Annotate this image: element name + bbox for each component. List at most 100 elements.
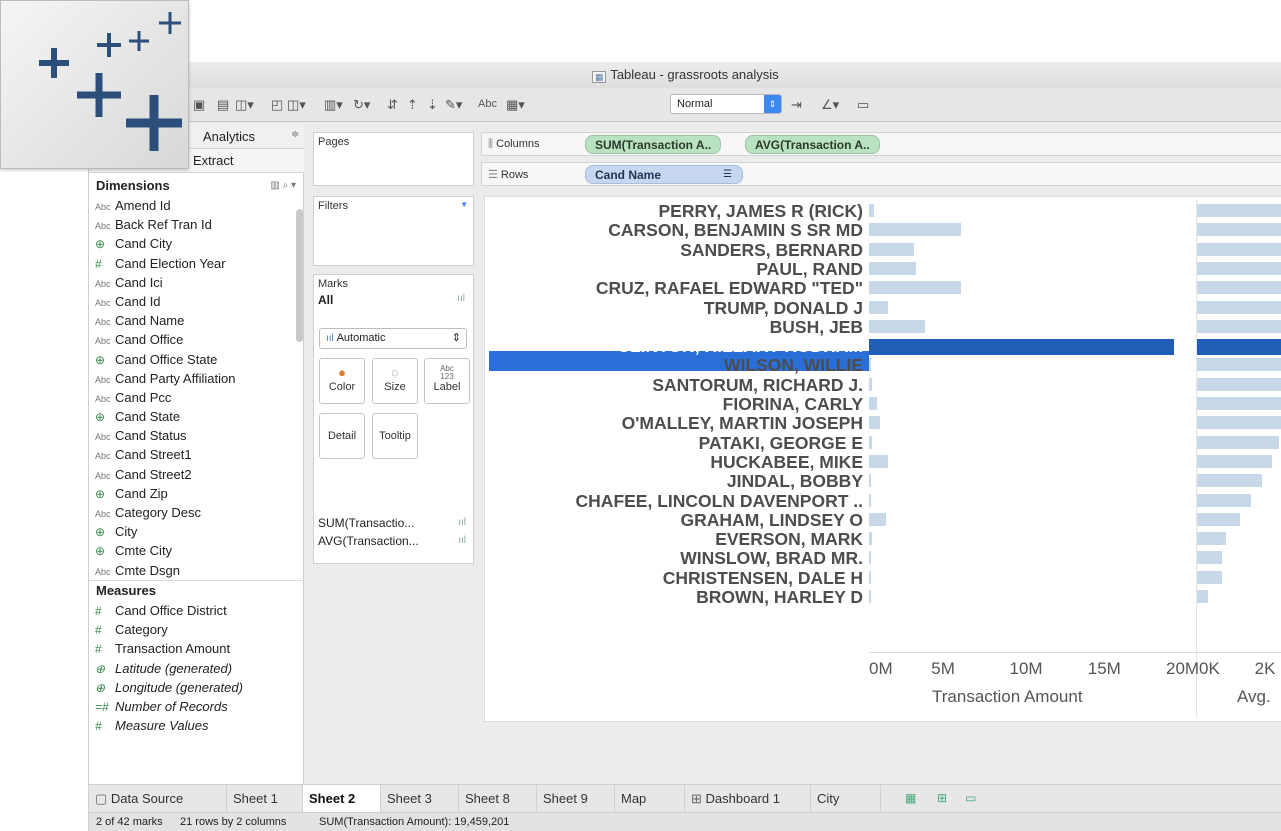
dimension-field[interactable]: Abc Cand Party Affiliation	[89, 369, 304, 388]
sheet-tab[interactable]: Sheet 3	[381, 785, 459, 813]
bar-avg[interactable]	[1197, 377, 1281, 391]
bar-transaction-amount[interactable]	[869, 281, 962, 295]
bar-transaction-amount[interactable]	[869, 358, 871, 372]
show-me-icon[interactable]: ▦▾	[506, 97, 525, 113]
new-worksheet-icon[interactable]: ◫▾	[235, 97, 254, 113]
filters-card[interactable]: Filters ▼	[313, 196, 474, 266]
dimension-field[interactable]: Abc Cand Street1	[89, 445, 304, 464]
size-button[interactable]: ◌ Size	[372, 358, 418, 404]
columns-pill-sum[interactable]: SUM(Transaction A..	[585, 135, 722, 154]
swap-rows-columns-icon[interactable]: ⇵	[387, 97, 398, 113]
row-label[interactable]: BUSH, JEB	[770, 318, 863, 336]
bar-avg[interactable]	[1197, 570, 1223, 584]
bar-avg[interactable]	[1197, 493, 1251, 507]
row-label[interactable]: JINDAL, BOBBY	[727, 472, 863, 490]
bar-transaction-amount[interactable]	[869, 532, 873, 546]
bar-avg[interactable]	[1197, 358, 1281, 372]
row-label[interactable]: SANDERS, BERNARD	[680, 241, 863, 259]
columns-pill-avg[interactable]: AVG(Transaction A..	[745, 135, 880, 154]
dimension-field[interactable]: ⊕ City	[89, 522, 304, 541]
new-datasource-icon[interactable]: ▤	[217, 97, 229, 113]
dimension-field[interactable]: Abc Cmte Dsgn	[89, 561, 304, 578]
measure-field[interactable]: # Measure Values	[89, 716, 304, 735]
search-icon[interactable]: ▥ ⌕ ▾	[270, 176, 296, 196]
measure-field[interactable]: =# Number of Records	[89, 697, 304, 716]
bar-avg[interactable]	[1197, 281, 1281, 295]
presentation-icon[interactable]: ▭	[857, 97, 869, 113]
measure-field[interactable]: # Category	[89, 620, 304, 639]
dimension-field[interactable]: Abc Cand Status	[89, 426, 304, 445]
row-label[interactable]: PAUL, RAND	[756, 260, 863, 278]
dimension-field[interactable]: ⊕ Cmte City	[89, 541, 304, 560]
tab-analytics[interactable]: Analytics	[203, 129, 255, 144]
row-label[interactable]: WINSLOW, BRAD MR.	[680, 549, 863, 567]
sheet-tab[interactable]: ⊞ Dashboard 1	[685, 785, 811, 813]
row-label[interactable]: WILSON, WILLIE	[724, 356, 863, 374]
rows-shelf[interactable]: ☰ Rows Cand Name ☰	[481, 162, 1281, 186]
row-label[interactable]: CLINTON, HILLARY RODHAM	[617, 337, 863, 355]
row-label[interactable]: EVERSON, MARK	[715, 530, 863, 548]
row-label[interactable]: PERRY, JAMES R (RICK)	[658, 202, 863, 220]
dimension-field[interactable]: ⊕ Cand State	[89, 407, 304, 426]
bar-avg[interactable]	[1197, 512, 1240, 526]
measure-tab-sum[interactable]: SUM(Transactio... ııl	[313, 514, 474, 532]
show-labels-icon[interactable]: Abc	[478, 98, 497, 110]
bar-avg[interactable]	[1197, 223, 1281, 237]
bar-transaction-amount[interactable]	[869, 223, 962, 237]
marks-all-row[interactable]: All ııl	[314, 293, 473, 307]
detail-button[interactable]: Detail	[319, 413, 365, 459]
row-label[interactable]: CHRISTENSEN, DALE H	[663, 569, 863, 587]
tooltip-button[interactable]: Tooltip	[372, 413, 418, 459]
bar-avg[interactable]	[1197, 532, 1226, 546]
measure-field[interactable]: ⊕ Longitude (generated)	[89, 678, 304, 697]
bar-transaction-amount[interactable]	[869, 570, 871, 584]
fit-select[interactable]: Normal ⇕	[670, 94, 782, 114]
row-label[interactable]: TRUMP, DONALD J	[704, 299, 863, 317]
measure-field[interactable]: # Cand Office District	[89, 601, 304, 620]
mark-type-select[interactable]: ııl Automatic ⇕	[319, 328, 467, 349]
bar-transaction-amount[interactable]	[869, 242, 915, 256]
color-button[interactable]: ● Color	[319, 358, 365, 404]
visualization[interactable]: PERRY, JAMES R (RICK) CARSON, BENJAMIN S …	[484, 196, 1281, 722]
row-label[interactable]: PATAKI, GEORGE E	[699, 434, 863, 452]
sort-ascending-icon[interactable]: ⇡	[407, 97, 418, 113]
row-label[interactable]: GRAHAM, LINDSEY O	[681, 511, 863, 529]
bar-transaction-amount[interactable]	[869, 435, 873, 449]
highlight-icon[interactable]: ✎▾	[445, 97, 462, 113]
row-label[interactable]: CARSON, BENJAMIN S SR MD	[608, 221, 863, 239]
dimension-field[interactable]: # Cand Election Year	[89, 254, 304, 273]
new-story-icon[interactable]: ▭	[965, 791, 976, 805]
sheet-tab[interactable]: Sheet 1	[227, 785, 303, 813]
annotate-icon[interactable]: ∠▾	[821, 97, 839, 113]
bar-transaction-amount[interactable]	[869, 551, 871, 565]
bar-transaction-amount[interactable]	[869, 416, 880, 430]
columns-shelf[interactable]: ⫼ Columns SUM(Transaction A.. AVG(Transa…	[481, 132, 1281, 156]
pause-updates-icon[interactable]: ▥▾	[324, 97, 343, 113]
row-label[interactable]: CRUZ, RAFAEL EDWARD "TED"	[596, 279, 863, 297]
bar-avg[interactable]	[1197, 454, 1273, 468]
dimension-field[interactable]: Abc Cand Pcc	[89, 388, 304, 407]
row-label[interactable]: CHAFEE, LINCOLN DAVENPORT ..	[576, 492, 863, 510]
bar-transaction-amount[interactable]	[869, 339, 1174, 356]
dimension-field[interactable]: Abc Cand Street2	[89, 465, 304, 484]
row-label[interactable]: O'MALLEY, MARTIN JOSEPH	[622, 414, 863, 432]
duplicate-sheet-icon[interactable]: ◰	[271, 97, 283, 113]
bar-transaction-amount[interactable]	[869, 261, 916, 275]
bar-transaction-amount[interactable]	[869, 474, 871, 488]
label-button[interactable]: Abc 123 Label	[424, 358, 470, 404]
bar-avg[interactable]	[1197, 242, 1281, 256]
bar-avg[interactable]	[1197, 416, 1281, 430]
sheet-tab[interactable]: Sheet 2	[303, 785, 381, 813]
bar-avg[interactable]	[1197, 551, 1223, 565]
bar-transaction-amount[interactable]	[869, 300, 888, 314]
clear-sheet-icon[interactable]: ◫▾	[287, 97, 306, 113]
row-label[interactable]: HUCKABEE, MIKE	[710, 453, 863, 471]
dimension-field[interactable]: ⊕ Cand City	[89, 234, 304, 253]
new-sheet-icon[interactable]: ▦	[905, 791, 916, 805]
save-icon[interactable]: ▣	[193, 97, 205, 113]
sheet-tab[interactable]: City	[811, 785, 881, 813]
dimensions-scrollbar[interactable]	[296, 209, 303, 342]
dimension-field[interactable]: Abc Category Desc	[89, 503, 304, 522]
measure-tab-avg[interactable]: AVG(Transaction... ııl	[313, 532, 474, 550]
sort-descending-icon[interactable]: ⇣	[427, 97, 438, 113]
